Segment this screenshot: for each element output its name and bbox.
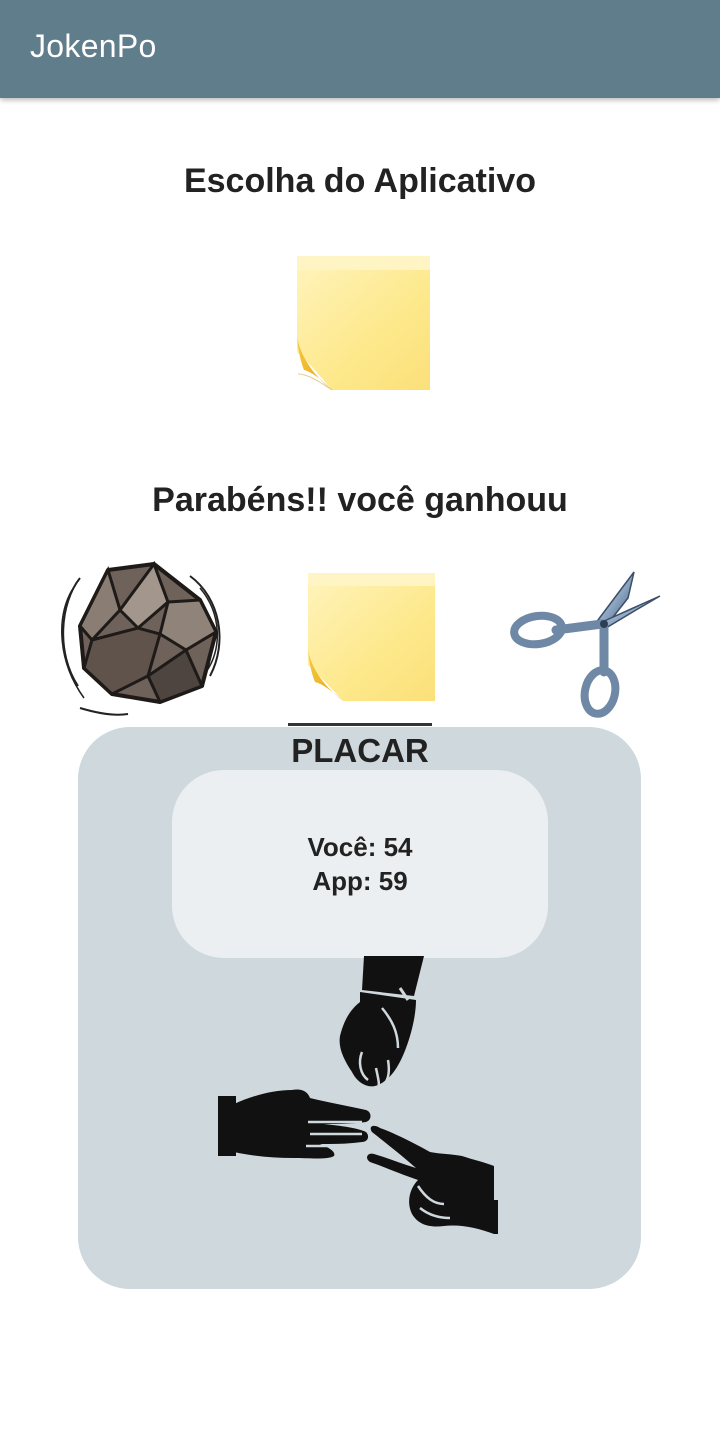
app-score: App: 59 — [312, 866, 408, 896]
score-card: Você: 54 App: 59 — [172, 770, 548, 958]
rock-choice-icon[interactable] — [50, 558, 230, 718]
scoreboard-title: PLACAR — [291, 732, 429, 769]
app-choice-paper-icon — [292, 256, 430, 390]
result-message: Parabéns!! você ganhouu — [152, 481, 568, 519]
placar-divider — [288, 723, 432, 726]
paper-choice-icon[interactable] — [303, 573, 435, 701]
scissors-choice-icon[interactable] — [508, 568, 668, 718]
app-title: JokenPo — [30, 28, 157, 64]
app-bar: JokenPo — [0, 0, 720, 98]
app-choice-heading: Escolha do Aplicativo — [183, 162, 537, 200]
player-score: Você: 54 — [307, 832, 413, 862]
rock-paper-scissors-hands-icon — [212, 956, 508, 1238]
